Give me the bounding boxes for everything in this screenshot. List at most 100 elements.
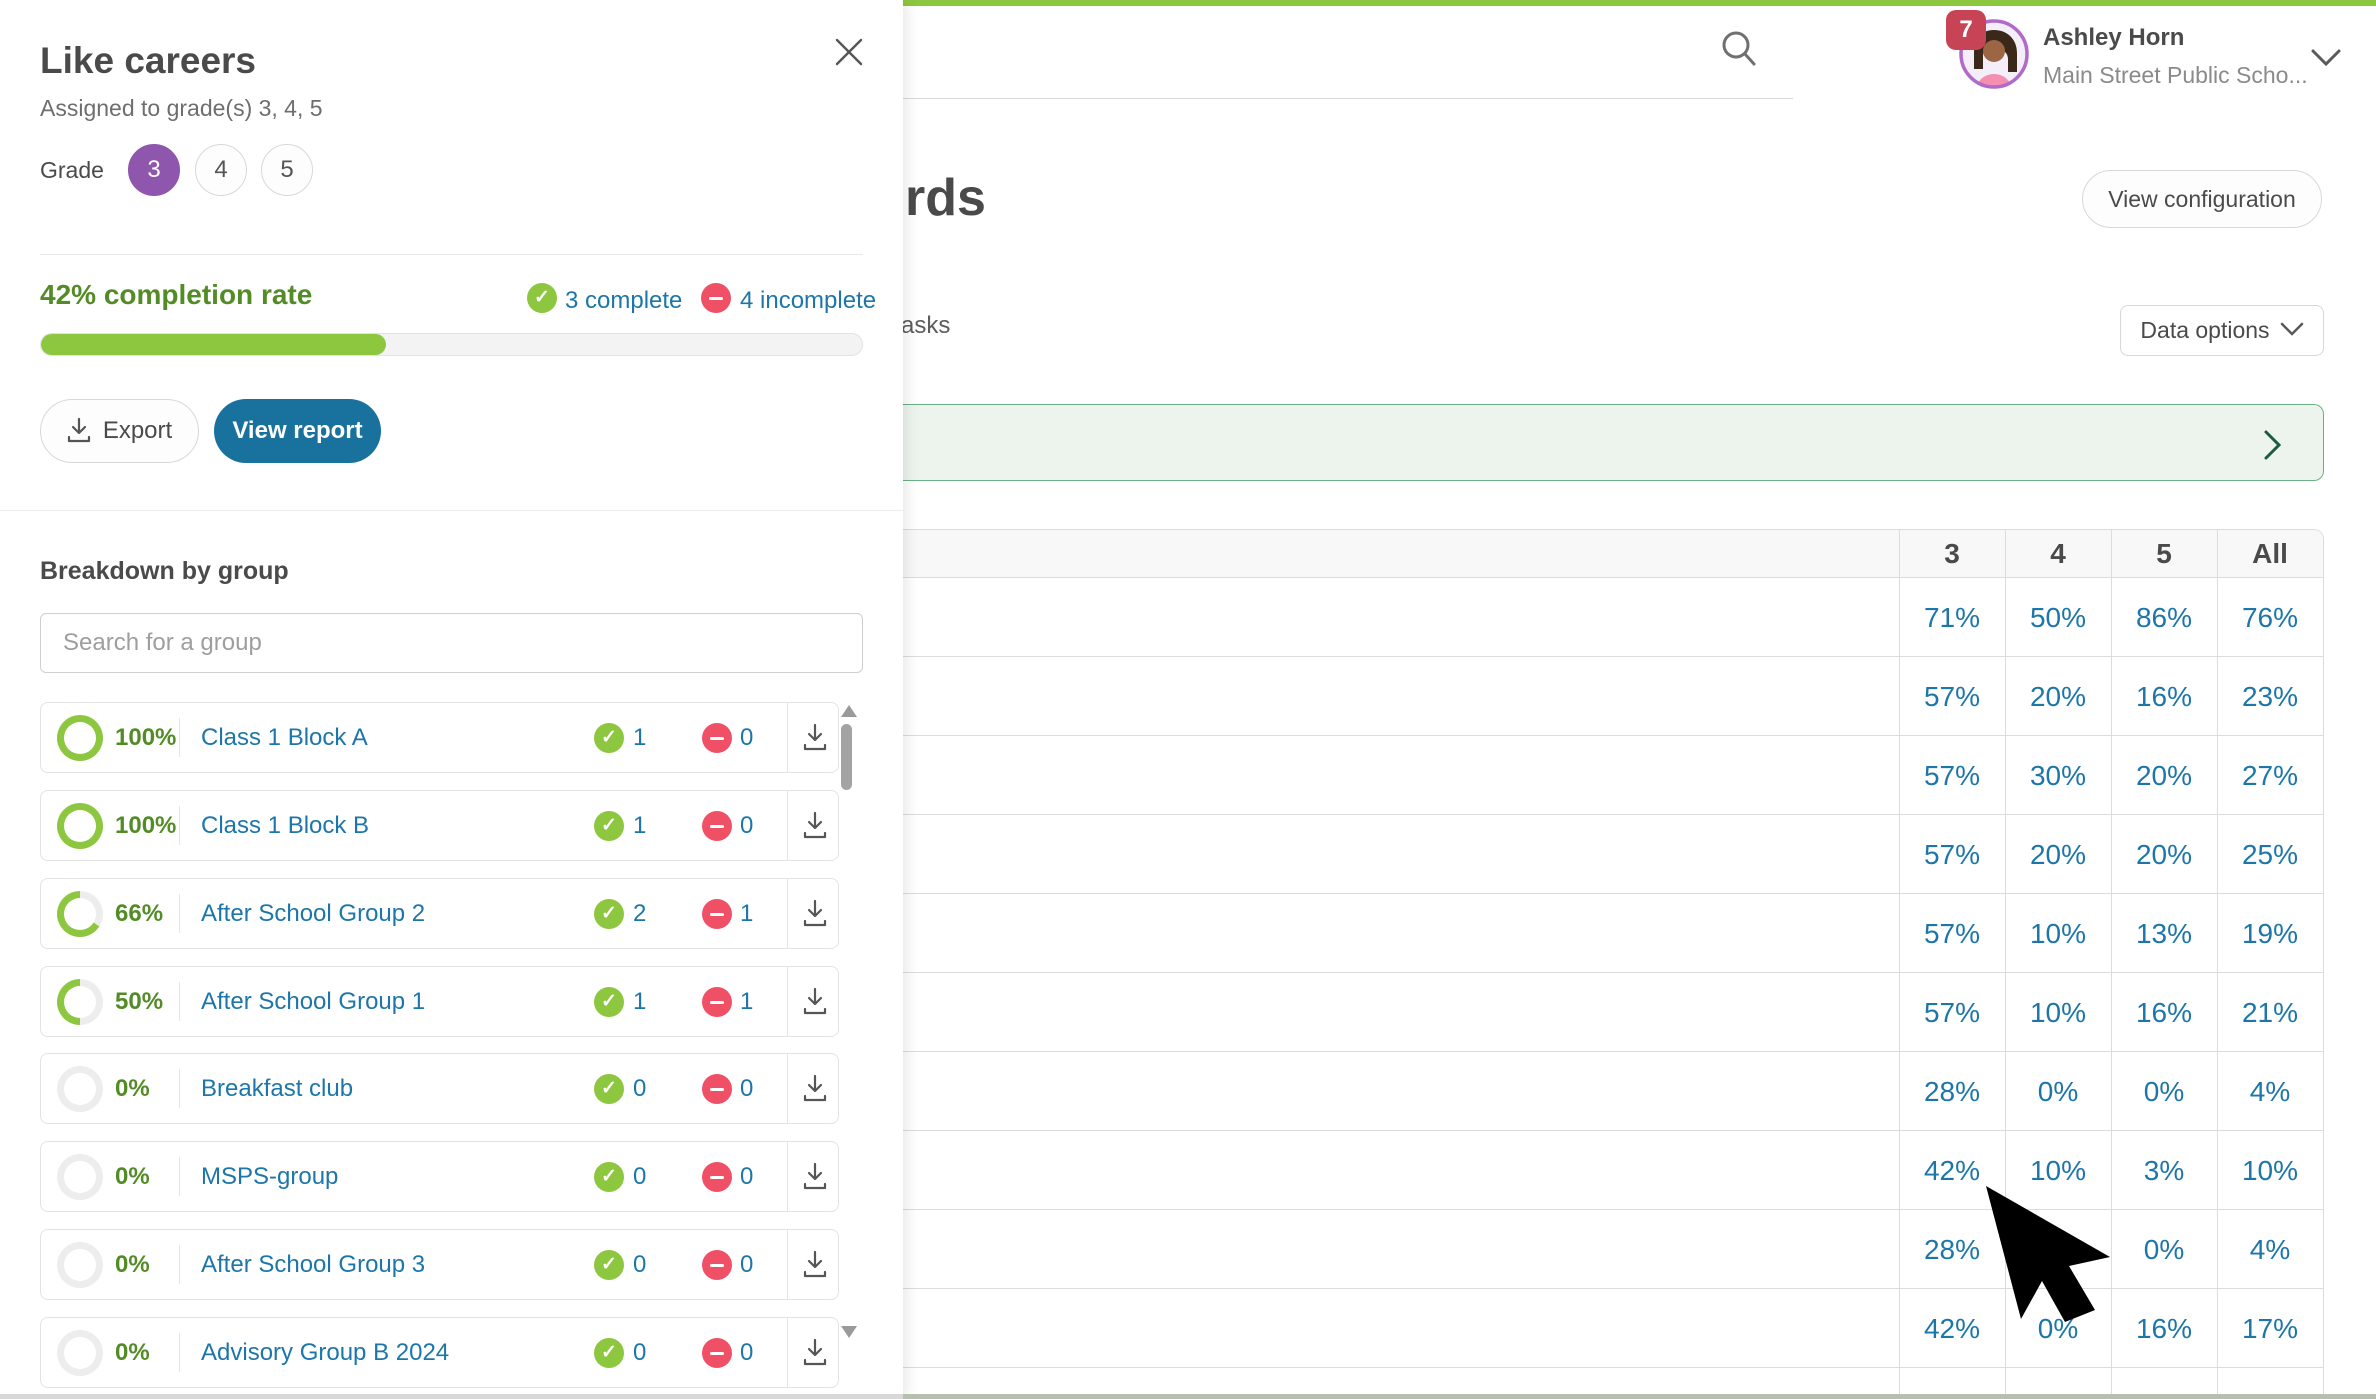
table-cell-link[interactable]: 57% bbox=[1899, 973, 2005, 1052]
table-cell-link[interactable]: 76% bbox=[2217, 578, 2323, 657]
complete-icon bbox=[594, 1162, 624, 1192]
notification-banner[interactable] bbox=[903, 404, 2324, 481]
table-cell-link[interactable]: 20% bbox=[2111, 815, 2217, 894]
table-cell-link[interactable]: 0% bbox=[2005, 1289, 2111, 1368]
download-button[interactable] bbox=[795, 806, 835, 846]
download-button[interactable] bbox=[795, 982, 835, 1022]
search-icon[interactable] bbox=[1716, 26, 1762, 77]
divider bbox=[179, 1069, 180, 1108]
download-button[interactable] bbox=[795, 894, 835, 934]
group-name-link[interactable]: Breakfast club bbox=[201, 1054, 353, 1123]
table-cell-link[interactable]: 10% bbox=[2005, 894, 2111, 973]
group-name-link[interactable]: Class 1 Block A bbox=[201, 703, 368, 772]
table-cell-link[interactable]: 16% bbox=[2111, 973, 2217, 1052]
table-cell-link[interactable]: 21% bbox=[2217, 973, 2323, 1052]
table-cell-link[interactable]: 13% bbox=[2111, 894, 2217, 973]
table-cell-link[interactable]: 4% bbox=[2217, 1210, 2323, 1289]
export-button[interactable]: Export bbox=[40, 399, 199, 463]
table-cell-link[interactable]: 3% bbox=[2111, 1131, 2217, 1210]
group-complete-count: 1 bbox=[633, 791, 646, 860]
table-cell-link[interactable]: 20% bbox=[2111, 736, 2217, 815]
divider bbox=[787, 879, 788, 948]
table-cell-link[interactable]: 57% bbox=[1899, 815, 2005, 894]
table-cell-link[interactable]: 42% bbox=[1899, 1289, 2005, 1368]
download-button[interactable] bbox=[795, 718, 835, 758]
view-configuration-button[interactable]: View configuration bbox=[2082, 170, 2322, 228]
complete-icon bbox=[594, 1338, 624, 1368]
table-cell-link[interactable]: 42% bbox=[1899, 1131, 2005, 1210]
scrollbar-down-arrow[interactable] bbox=[841, 1326, 857, 1338]
scrollbar-thumb[interactable] bbox=[841, 724, 852, 790]
scrollbar-up-arrow[interactable] bbox=[841, 705, 857, 717]
data-options-button[interactable]: Data options bbox=[2120, 305, 2324, 356]
table-cell-link[interactable]: 57% bbox=[1899, 736, 2005, 815]
table-cell-link[interactable]: 4% bbox=[2217, 1052, 2323, 1131]
download-button[interactable] bbox=[795, 1157, 835, 1197]
table-cell-link[interactable]: 50% bbox=[2005, 578, 2111, 657]
download-icon bbox=[67, 417, 91, 443]
divider bbox=[787, 1142, 788, 1211]
table-cell-link[interactable]: 17% bbox=[2217, 1289, 2323, 1368]
complete-icon bbox=[594, 899, 624, 929]
close-icon[interactable] bbox=[829, 33, 869, 73]
column-header: 4 bbox=[2005, 530, 2111, 578]
group-name-link[interactable]: MSPS-group bbox=[201, 1142, 338, 1211]
divider bbox=[787, 703, 788, 772]
group-name-link[interactable]: Class 1 Block B bbox=[201, 791, 369, 860]
download-button[interactable] bbox=[795, 1069, 835, 1109]
completion-progress-fill bbox=[41, 334, 386, 355]
download-icon bbox=[802, 1162, 828, 1190]
table-cell-link[interactable]: 16% bbox=[2111, 657, 2217, 736]
download-icon bbox=[802, 899, 828, 927]
column-header: 5 bbox=[2111, 530, 2217, 578]
table-cell-link[interactable]: 16% bbox=[2111, 1289, 2217, 1368]
table-cell-link[interactable]: 0% bbox=[2005, 1052, 2111, 1131]
table-cell-link[interactable]: 27% bbox=[2217, 736, 2323, 815]
completion-ring bbox=[57, 1066, 103, 1112]
tasks-label-partial: asks bbox=[901, 312, 950, 340]
grade-chip-5[interactable]: 5 bbox=[261, 144, 313, 196]
table-cell-link[interactable]: 0% bbox=[2111, 1210, 2217, 1289]
group-search-input[interactable] bbox=[40, 613, 863, 673]
download-button[interactable] bbox=[795, 1245, 835, 1285]
table-cell-link[interactable]: 0% bbox=[2111, 1052, 2217, 1131]
table-cell-link[interactable]: 28% bbox=[1899, 1210, 2005, 1289]
table-cell-link[interactable]: 10% bbox=[2005, 973, 2111, 1052]
table-cell-link[interactable]: 57% bbox=[1899, 657, 2005, 736]
view-report-button[interactable]: View report bbox=[214, 399, 381, 463]
incomplete-icon bbox=[702, 1074, 732, 1104]
table-cell-link[interactable]: 19% bbox=[2217, 894, 2323, 973]
group-name-link[interactable]: After School Group 2 bbox=[201, 879, 425, 948]
table-cell-link[interactable]: 71% bbox=[1899, 578, 2005, 657]
divider bbox=[179, 1245, 180, 1284]
group-name-link[interactable]: After School Group 1 bbox=[201, 967, 425, 1036]
group-complete-count: 0 bbox=[633, 1230, 646, 1299]
chevron-down-icon[interactable] bbox=[2310, 48, 2342, 73]
group-row: 0% After School Group 3 0 0 bbox=[40, 1229, 839, 1300]
table-cell-link[interactable]: 28% bbox=[1899, 1052, 2005, 1131]
user-name: Ashley Horn bbox=[2043, 24, 2184, 52]
table-cell-link[interactable]: 86% bbox=[2111, 578, 2217, 657]
grade-chip-4[interactable]: 4 bbox=[195, 144, 247, 196]
notification-badge[interactable]: 7 bbox=[1946, 10, 1986, 50]
group-percent: 66% bbox=[115, 879, 163, 948]
table-cell-link[interactable]: 10% bbox=[2005, 1131, 2111, 1210]
group-row: 66% After School Group 2 2 1 bbox=[40, 878, 839, 949]
table-cell-link[interactable]: 20% bbox=[2005, 815, 2111, 894]
search-field-underline bbox=[903, 98, 1793, 99]
table-cell-link[interactable]: 10% bbox=[2217, 1131, 2323, 1210]
group-name-link[interactable]: Advisory Group B 2024 bbox=[201, 1318, 449, 1387]
grade-chip-3[interactable]: 3 bbox=[128, 144, 180, 196]
table-cell-link[interactable]: 20% bbox=[2005, 657, 2111, 736]
panel-subtitle: Assigned to grade(s) 3, 4, 5 bbox=[40, 95, 323, 122]
table-cell-link[interactable]: 30% bbox=[2005, 736, 2111, 815]
table-cell-link[interactable]: 23% bbox=[2217, 657, 2323, 736]
download-button[interactable] bbox=[795, 1333, 835, 1373]
table-cell-link[interactable]: 57% bbox=[1899, 894, 2005, 973]
incomplete-icon bbox=[701, 283, 731, 313]
table-cell-link[interactable]: 25% bbox=[2217, 815, 2323, 894]
chevron-right-icon[interactable] bbox=[2263, 429, 2283, 466]
group-name-link[interactable]: After School Group 3 bbox=[201, 1230, 425, 1299]
table-cell-link[interactable] bbox=[2005, 1210, 2111, 1289]
download-icon bbox=[802, 987, 828, 1015]
